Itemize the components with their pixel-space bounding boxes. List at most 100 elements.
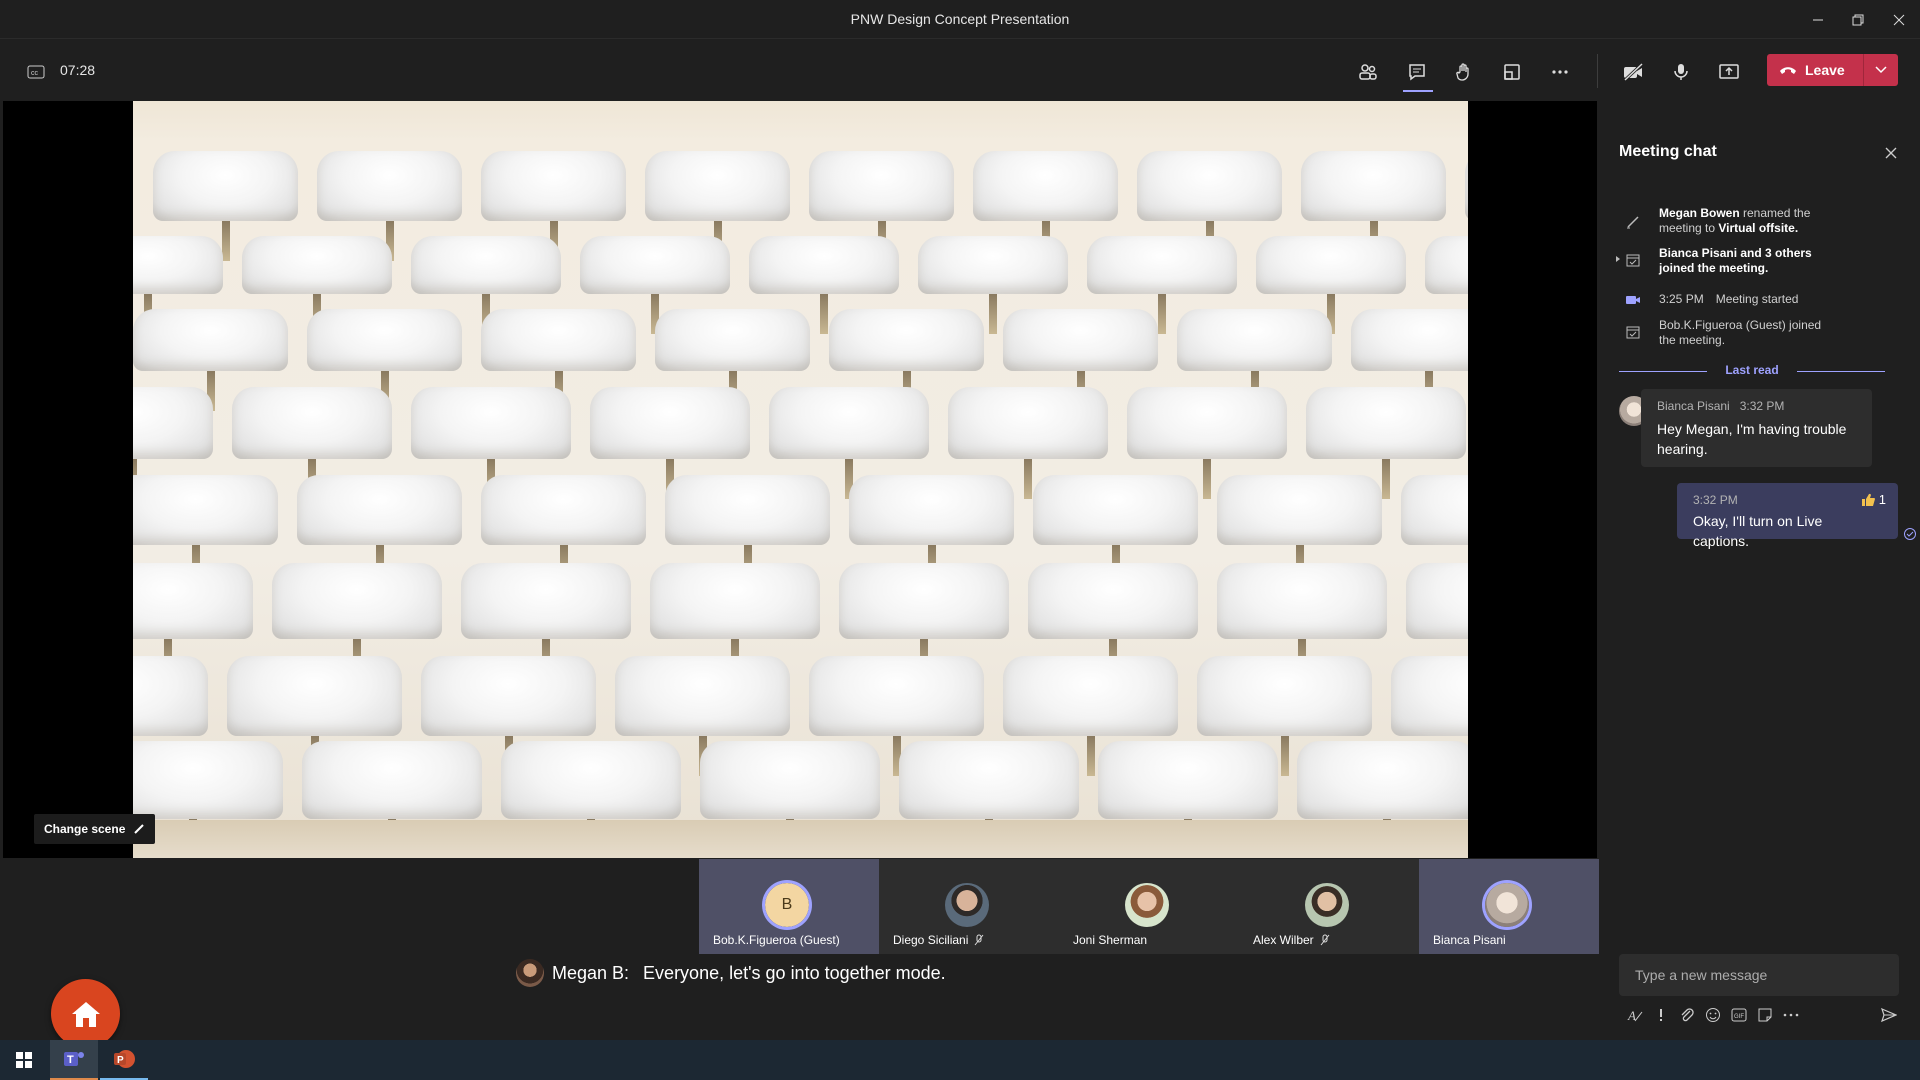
svg-text:cc: cc — [31, 70, 39, 77]
seat-row — [133, 475, 1468, 585]
participant-name: Alex Wilber — [1253, 933, 1314, 947]
participants-icon[interactable] — [1350, 54, 1386, 90]
close-icon — [1885, 147, 1897, 159]
captions-icon[interactable]: cc — [18, 54, 54, 90]
camera-off-icon[interactable] — [1615, 54, 1651, 90]
message-author: Bianca Pisani — [1657, 399, 1730, 413]
more-actions-icon[interactable] — [1542, 54, 1578, 90]
compose-toolbar: A GIF — [1619, 1001, 1909, 1029]
message-time: 3:32 PM — [1739, 399, 1785, 413]
avatar — [516, 959, 544, 987]
avatar — [1305, 883, 1349, 927]
share-screen-icon[interactable] — [1711, 54, 1747, 90]
svg-text:GIF: GIF — [1734, 1014, 1744, 1020]
pencil-icon — [134, 824, 145, 834]
attach-icon[interactable] — [1677, 1005, 1697, 1025]
participant-tile[interactable]: B Bob.K.Figueroa (Guest) — [699, 859, 879, 954]
emoji-icon[interactable] — [1703, 1005, 1723, 1025]
video-camera-icon — [1626, 296, 1640, 304]
sticker-icon[interactable] — [1755, 1005, 1775, 1025]
chat-icon[interactable] — [1399, 54, 1435, 90]
svg-text:A: A — [1627, 1008, 1636, 1023]
participant-name: Diego Siciliani — [893, 933, 969, 947]
pencil-icon — [1627, 216, 1639, 229]
avatar — [1125, 883, 1169, 927]
close-chat-button[interactable] — [1879, 141, 1903, 165]
restore-button[interactable] — [1844, 6, 1872, 34]
chat-message[interactable]: 3:32 PM Okay, I'll turn on Live captions… — [1677, 483, 1898, 549]
microphone-icon[interactable] — [1663, 54, 1699, 90]
seat-row — [133, 563, 1468, 679]
title-bar: PNW Design Concept Presentation — [0, 0, 1920, 39]
teams-app-icon[interactable]: T — [50, 1040, 98, 1080]
live-caption: Megan B: Everyone, let's go into togethe… — [516, 958, 946, 988]
send-icon[interactable] — [1879, 1005, 1899, 1025]
important-icon[interactable] — [1651, 1005, 1671, 1025]
raise-hand-icon[interactable] — [1446, 54, 1482, 90]
seat-row — [133, 236, 1468, 334]
avatar — [945, 883, 989, 927]
chat-active-indicator — [1403, 90, 1433, 92]
message-time: 3:32 PM — [1693, 493, 1738, 507]
message-text: Okay, I'll turn on Live captions. — [1693, 513, 1823, 549]
seat-row — [133, 656, 1468, 776]
participants-strip: B Bob.K.Figueroa (Guest) Diego Siciliani… — [699, 859, 1599, 954]
toolbar-separator — [1597, 54, 1598, 88]
home-button[interactable] — [51, 979, 120, 1048]
participant-name: Bob.K.Figueroa (Guest) — [713, 933, 840, 947]
seat-row — [133, 741, 1468, 858]
more-options-icon[interactable] — [1781, 1005, 1801, 1025]
leave-options-chevron-icon[interactable] — [1864, 54, 1898, 86]
change-scene-label: Change scene — [44, 822, 126, 836]
leave-button[interactable]: Leave — [1767, 54, 1898, 86]
scene-floor — [133, 820, 1468, 858]
calendar-join-icon — [1626, 254, 1640, 267]
avatar — [1485, 883, 1529, 927]
participant-tile[interactable]: Diego Siciliani — [879, 859, 1059, 954]
meeting-chat-panel: Meeting chat Megan Bowen renamed the mee… — [1599, 101, 1920, 1038]
seat-row — [133, 309, 1468, 411]
seat-row — [133, 151, 1468, 261]
minimize-button[interactable] — [1804, 6, 1832, 34]
chat-message[interactable]: Bianca Pisani 3:32 PM Hey Megan, I'm havi… — [1641, 389, 1872, 467]
windows-taskbar: T P — [0, 1040, 1920, 1080]
caption-text: Everyone, let's go into together mode. — [643, 962, 946, 983]
meeting-toolbar: cc 07:28 Leave — [0, 40, 1920, 101]
calendar-join-icon — [1626, 326, 1640, 339]
caption-speaker: Megan B: — [552, 962, 630, 983]
like-reaction[interactable]: 1 — [1861, 492, 1886, 507]
chat-event: 3:25 PM Meeting started — [1619, 292, 1879, 308]
participant-tile[interactable]: Alex Wilber — [1239, 859, 1419, 954]
mic-muted-icon — [974, 934, 984, 946]
participant-name: Bianca Pisani — [1433, 933, 1506, 947]
message-text: Hey Megan, I'm having trouble hearing. — [1657, 421, 1847, 457]
avatar: B — [765, 883, 809, 927]
message-seen-icon — [1904, 528, 1916, 540]
reaction-count: 1 — [1878, 492, 1886, 507]
gif-icon[interactable]: GIF — [1729, 1005, 1749, 1025]
change-scene-button[interactable]: Change scene — [34, 814, 156, 844]
window-title: PNW Design Concept Presentation — [850, 11, 1070, 27]
participant-tile[interactable]: Joni Sherman — [1059, 859, 1239, 954]
chat-event: Megan Bowen renamed the meeting to Virtu… — [1619, 206, 1879, 236]
powerpoint-app-icon[interactable]: P — [100, 1040, 148, 1080]
format-icon[interactable]: A — [1625, 1005, 1645, 1025]
svg-text:T: T — [67, 1054, 74, 1066]
participant-tile[interactable]: Bianca Pisani — [1419, 859, 1599, 954]
participant-name: Joni Sherman — [1073, 933, 1148, 947]
mic-muted-icon — [1320, 934, 1330, 946]
last-read-divider: Last read — [1619, 363, 1885, 379]
leave-label: Leave — [1805, 62, 1845, 78]
meeting-stage: Change scene — [3, 101, 1597, 858]
windows-start-icon[interactable] — [0, 1040, 48, 1080]
breakout-rooms-icon[interactable] — [1494, 54, 1530, 90]
expand-arrow-icon[interactable] — [1615, 254, 1621, 270]
chat-title: Meeting chat — [1619, 143, 1717, 160]
seat-row — [133, 387, 1468, 499]
close-window-button[interactable] — [1885, 6, 1913, 34]
home-icon — [71, 1001, 100, 1027]
message-input[interactable]: Type a new message — [1619, 954, 1899, 996]
together-mode-scene — [133, 101, 1468, 858]
chat-event[interactable]: Bianca Pisani and 3 others joined the me… — [1616, 246, 1879, 276]
phone-hangup-icon — [1780, 67, 1796, 74]
